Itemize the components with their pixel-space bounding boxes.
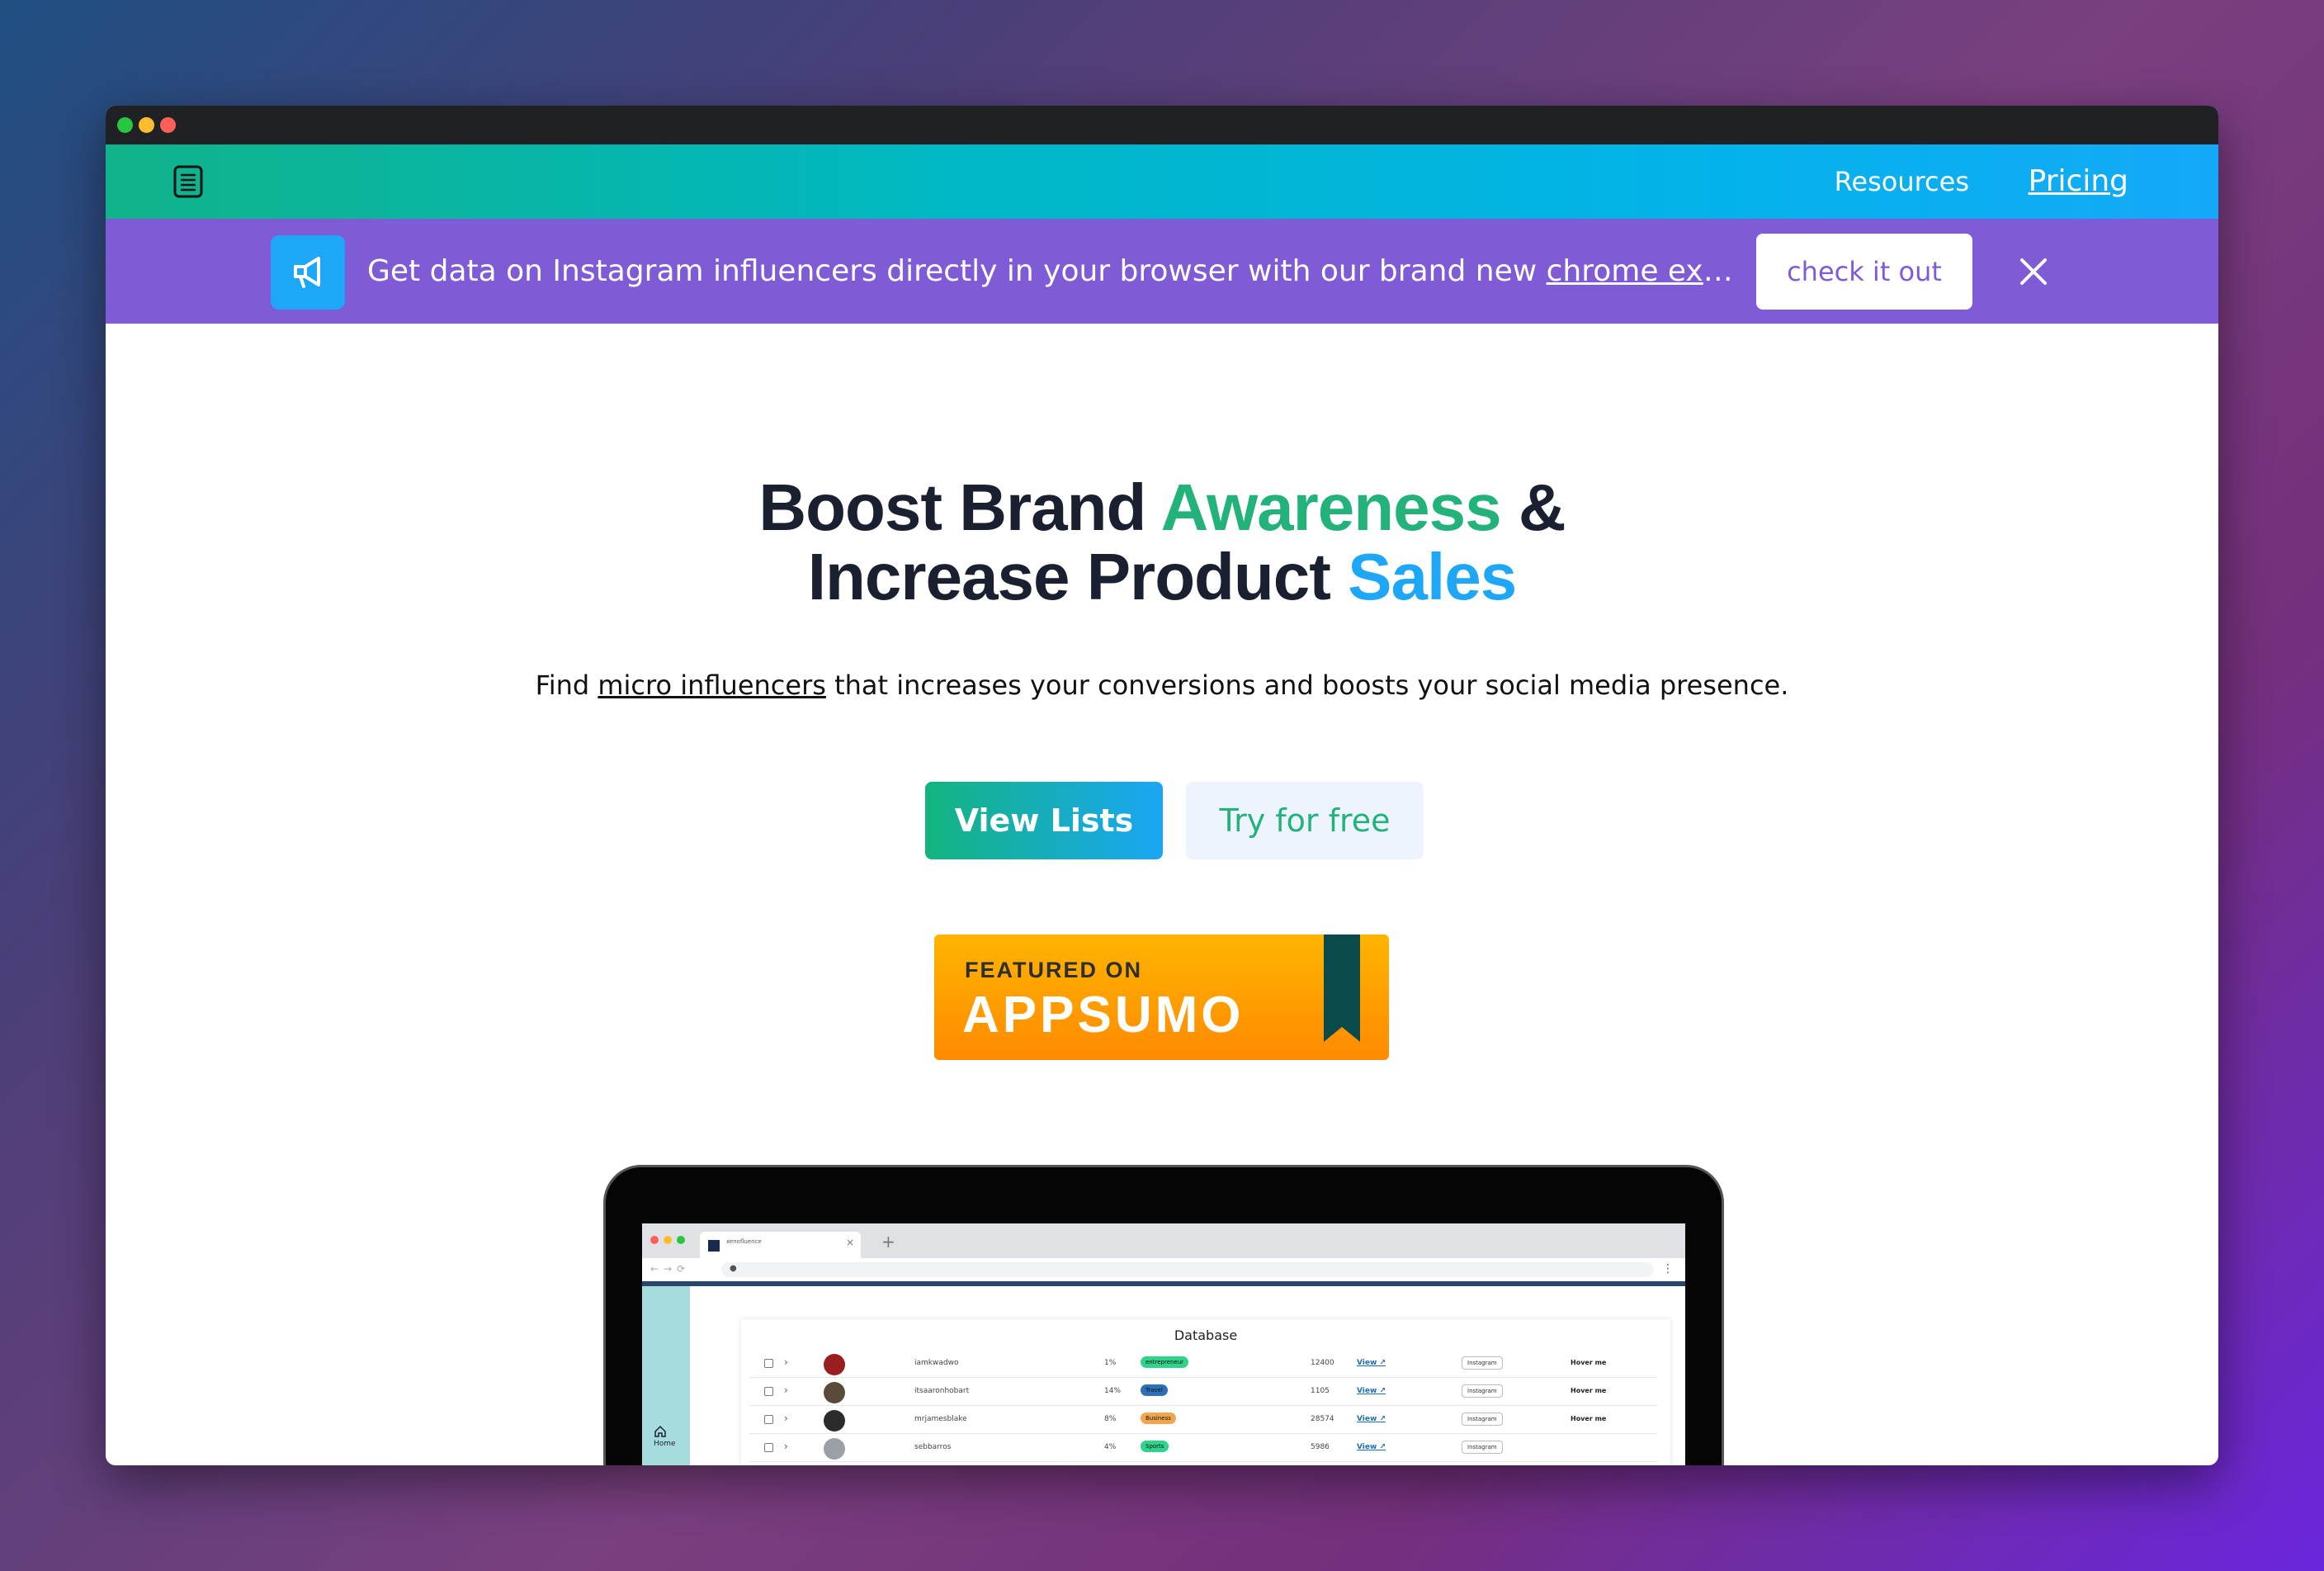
view-link[interactable]: View ↗ (1357, 1387, 1386, 1395)
cell-username: itsaaronhobart (914, 1387, 970, 1395)
appsumo-logo-text: APPSUMO (962, 987, 1245, 1043)
table-row[interactable]: › sebbarros 4% Sports 5986 View ↗ Instagram (749, 1433, 1657, 1462)
chevron-right-icon[interactable]: › (784, 1441, 788, 1452)
window-titlebar (106, 106, 2218, 144)
subtitle-text: Find (535, 670, 598, 701)
cell-followers: 5986 (1311, 1443, 1330, 1451)
platform-badge[interactable]: Instagram (1462, 1412, 1503, 1426)
kebab-menu-icon: ⋮ (1662, 1262, 1674, 1275)
cell-followers: 12400 (1311, 1359, 1334, 1367)
bookmark-ribbon-icon (1324, 935, 1360, 1042)
hero-title-line-1: Boost Brand Awareness & (106, 473, 2218, 542)
table-row[interactable]: › iamkwadwo 1% entrepreneur 12400 View ↗ Insta… (749, 1349, 1657, 1378)
preview-address-row: ←→⟳ ● ⋮ (642, 1258, 1685, 1286)
row-checkbox[interactable] (764, 1359, 773, 1368)
banner-text: Get data on Instagram influencers direct… (367, 254, 1547, 288)
cell-username: iamkwadwo (914, 1359, 959, 1367)
banner-chrome-extension-link[interactable]: chrome extension (1547, 254, 1737, 288)
row-checkbox[interactable] (764, 1443, 773, 1452)
laptop-mockup: xenofluence × + ←→⟳ ● ⋮ Home Database › i… (603, 1165, 1724, 1465)
hero-subtitle: Find micro influencers that increases yo… (106, 667, 2218, 703)
row-checkbox[interactable] (764, 1387, 773, 1396)
appsumo-featured-badge[interactable]: FEATURED ON APPSUMO (934, 935, 1389, 1060)
cell-engagement-rate: 14% (1104, 1387, 1122, 1395)
hero-title-line-2: Increase Product Sales (106, 542, 2218, 612)
window-close-button[interactable] (160, 117, 176, 133)
preview-sidebar: Home (642, 1286, 690, 1465)
preview-dot (650, 1236, 659, 1244)
try-for-free-button[interactable]: Try for free (1186, 782, 1424, 859)
hero-title-text: Increase Product (807, 540, 1349, 613)
lock-icon: ● (730, 1264, 737, 1273)
platform-badge[interactable]: Instagram (1462, 1441, 1503, 1454)
preview-tab: xenofluence × (700, 1232, 861, 1258)
view-link[interactable]: View ↗ (1357, 1359, 1386, 1367)
category-badge: Business (1141, 1412, 1176, 1424)
micro-influencers-link[interactable]: micro influencers (598, 670, 826, 701)
top-navbar: Resources Pricing (106, 144, 2218, 219)
banner-message: Get data on Instagram influencers direct… (367, 252, 1737, 291)
close-icon: × (845, 1237, 854, 1248)
sidebar-home-label: Home (654, 1440, 676, 1448)
browser-window: Resources Pricing Get data on Instagram … (106, 106, 2218, 1465)
preview-dot (677, 1236, 685, 1244)
database-title: Database (1174, 1327, 1238, 1343)
cell-followers: 28574 (1311, 1415, 1334, 1423)
avatar (824, 1438, 845, 1460)
plus-icon: + (881, 1232, 895, 1252)
table-row[interactable]: › mrjamesblake 8% Business 28574 View ↗ Instag… (749, 1405, 1657, 1434)
hover-me-text[interactable]: Hover me (1571, 1359, 1606, 1366)
announcement-banner: Get data on Instagram influencers direct… (106, 219, 2218, 324)
preview-tab-title: xenofluence (726, 1238, 762, 1245)
home-icon (654, 1425, 666, 1437)
hero-title-highlight-sales: Sales (1348, 540, 1517, 613)
window-maximize-button[interactable] (117, 117, 133, 133)
category-badge: entrepreneur (1141, 1356, 1189, 1368)
hero-title: Boost Brand Awareness & Increase Product… (106, 473, 2218, 612)
favicon-icon (708, 1240, 720, 1252)
hero-title-text: & (1500, 471, 1566, 544)
hero-title-highlight-awareness: Awareness (1160, 471, 1502, 544)
nav-link-pricing[interactable]: Pricing (2029, 164, 2128, 199)
category-badge: Travel (1141, 1384, 1168, 1396)
cell-followers: 1105 (1311, 1387, 1330, 1395)
chevron-right-icon[interactable]: › (784, 1384, 788, 1396)
avatar (824, 1382, 845, 1403)
row-checkbox[interactable] (764, 1415, 773, 1424)
close-icon[interactable] (2015, 253, 2052, 290)
database-table-card: Database › iamkwadwo 1% entrepreneur 12400 Vi… (741, 1319, 1670, 1465)
view-lists-button[interactable]: View Lists (925, 782, 1163, 859)
avatar (824, 1354, 845, 1375)
platform-badge[interactable]: Instagram (1462, 1356, 1503, 1370)
preview-dot (664, 1236, 672, 1244)
cell-username: sebbarros (914, 1443, 952, 1451)
category-badge: Sports (1141, 1441, 1169, 1452)
hover-me-text[interactable]: Hover me (1571, 1415, 1606, 1422)
cell-username: mrjamesblake (914, 1415, 967, 1423)
check-it-out-button[interactable]: check it out (1756, 234, 1972, 310)
cell-engagement-rate: 4% (1104, 1443, 1117, 1451)
table-row[interactable]: › itsaaronhobart 14% Travel 1105 View ↗ Instag… (749, 1377, 1657, 1406)
cell-engagement-rate: 8% (1104, 1415, 1117, 1423)
notebook-icon[interactable] (172, 164, 205, 199)
cell-engagement-rate: 1% (1104, 1359, 1117, 1367)
chevron-right-icon[interactable]: › (784, 1412, 788, 1424)
window-minimize-button[interactable] (139, 117, 154, 133)
app-preview-screen: xenofluence × + ←→⟳ ● ⋮ Home Database › i… (642, 1223, 1685, 1465)
megaphone-icon (271, 235, 345, 310)
browser-nav-icons: ←→⟳ (650, 1263, 691, 1275)
nav-link-resources[interactable]: Resources (1835, 164, 1969, 199)
preview-browser-tabbar: xenofluence × + (642, 1223, 1685, 1258)
view-link[interactable]: View ↗ (1357, 1443, 1386, 1451)
hero-title-text: Boost Brand (758, 471, 1161, 544)
hover-me-text[interactable]: Hover me (1571, 1387, 1606, 1394)
platform-badge[interactable]: Instagram (1462, 1384, 1503, 1398)
preview-address-bar: ● (721, 1262, 1654, 1277)
subtitle-text: that increases your conversions and boos… (825, 670, 1789, 701)
chevron-right-icon[interactable]: › (784, 1356, 788, 1368)
appsumo-featured-text: FEATURED ON (965, 958, 1142, 982)
view-link[interactable]: View ↗ (1357, 1415, 1386, 1423)
avatar (824, 1410, 845, 1431)
